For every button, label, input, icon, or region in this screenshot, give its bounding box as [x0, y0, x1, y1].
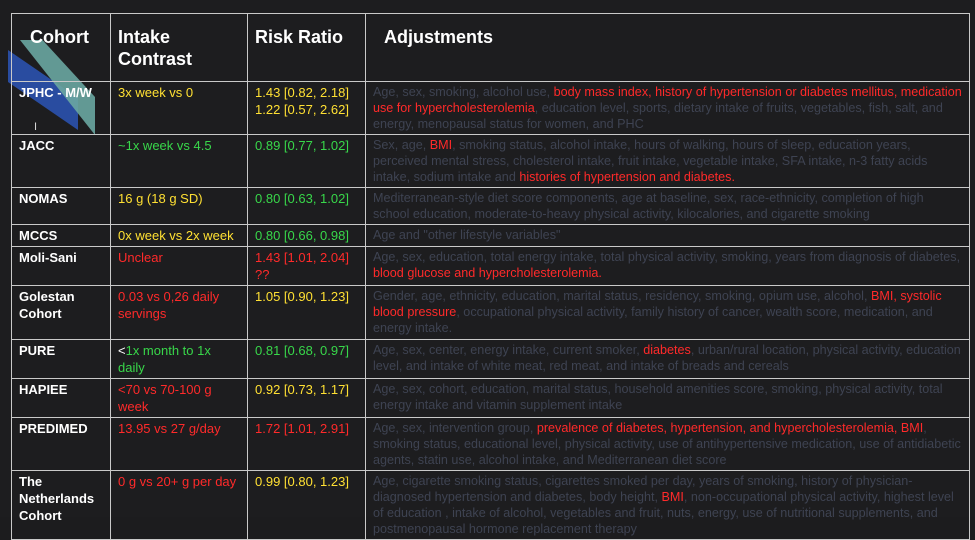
header-row: Cohort Intake Contrast Risk Ratio Adjust… — [11, 13, 970, 82]
intake-contrast-cell: Unclear — [110, 246, 248, 286]
cohort-cell: JACC — [11, 134, 111, 188]
adjustments-cell: Age, sex, center, energy intake, current… — [365, 339, 970, 379]
header-intake-contrast: Intake Contrast — [110, 13, 248, 82]
adjustment-text: Age, sex, intervention group, — [373, 421, 537, 435]
risk-ratio-cell: 1.43 [1.01, 2.04]?? — [247, 246, 366, 286]
intake-text: 1x month to 1x daily — [118, 343, 211, 375]
risk-ratio-cell: 0.89 [0.77, 1.02] — [247, 134, 366, 188]
adjustments-cell: Age and "other lifestyle variables" — [365, 224, 970, 247]
adjustment-text: Gender, age, ethnicity, education, marit… — [373, 289, 871, 303]
risk-ratio-value: 1.05 [0.90, 1.23] — [255, 289, 349, 304]
risk-ratio-value: 0.80 [0.63, 1.02] — [255, 191, 349, 206]
adjustment-text: Age, sex, cohort, education, marital sta… — [373, 382, 943, 412]
cohort-cell: Golestan Cohort — [11, 285, 111, 340]
cohort-cell: MCCS — [11, 224, 111, 247]
adjustment-text: Age, sex, center, energy intake, current… — [373, 343, 644, 357]
adjustments-cell: Age, sex, smoking, alcohol use, body mas… — [365, 81, 970, 135]
risk-ratio-cell: 0.81 [0.68, 0.97] — [247, 339, 366, 379]
table-row: JACC ~1x week vs 4.5 0.89 [0.77, 1.02] Sex,… — [11, 134, 970, 188]
table-row: HAPIEE <70 vs 70-100 g week 0.92 [0.73, 1.… — [11, 378, 970, 418]
highlighted-adjustment: diabetes — [643, 343, 691, 357]
cohort-cell: PREDIMED — [11, 417, 111, 471]
slide: Cohort Intake Contrast Risk Ratio Adjust… — [0, 0, 975, 540]
cohort-cell: PURE — [11, 339, 111, 379]
header-cohort: Cohort — [11, 13, 111, 82]
risk-ratio-cell: 0.80 [0.66, 0.98] — [247, 224, 366, 247]
risk-ratio-cell: 0.99 [0.80, 1.23] — [247, 470, 366, 540]
highlighted-adjustment: prevalence of diabetes, hypertension, an… — [536, 421, 924, 435]
intake-contrast-cell: 0x week vs 2x week — [110, 224, 248, 247]
highlighted-adjustment: BMI — [429, 138, 453, 152]
highlighted-adjustment: histories of hypertension and diabetes. — [519, 170, 735, 184]
risk-ratio-value: 0.81 [0.68, 0.97] — [255, 343, 349, 358]
adjustments-cell: Age, sex, cohort, education, marital sta… — [365, 378, 970, 418]
risk-ratio-value: 0.89 [0.77, 1.02] — [255, 138, 349, 153]
table-row: PREDIMED 13.95 vs 27 g/day 1.72 [1.01, 2.9… — [11, 417, 970, 471]
cohort-cell: Moli-Sani — [11, 246, 111, 286]
adjustment-text: Age, sex, education, total energy intake… — [373, 250, 961, 264]
cohort-table: Cohort Intake Contrast Risk Ratio Adjust… — [11, 13, 970, 540]
intake-contrast-cell: ~1x week vs 4.5 — [110, 134, 248, 188]
adjustment-text: Age, sex, smoking, alcohol use, — [373, 85, 554, 99]
adjustments-cell: Mediterranean-style diet score component… — [365, 187, 970, 225]
intake-contrast-cell: 13.95 vs 27 g/day — [110, 417, 248, 471]
adjustment-text: Age and "other lifestyle variables" — [373, 228, 561, 242]
intake-contrast-cell: <70 vs 70-100 g week — [110, 378, 248, 418]
cohort-cell: JPHC - M/W — [11, 81, 111, 135]
risk-ratio-cell: 0.92 [0.73, 1.17] — [247, 378, 366, 418]
table-row: Moli-Sani Unclear 1.43 [1.01, 2.04]?? Age, … — [11, 246, 970, 286]
intake-contrast-cell: 16 g (18 g SD) — [110, 187, 248, 225]
adjustments-cell: Age, cigarette smoking status, cigarette… — [365, 470, 970, 540]
adjustment-text: Sex, age, — [373, 138, 430, 152]
highlighted-adjustment: blood glucose and hypercholesterolemia. — [373, 266, 602, 280]
risk-ratio-cell: 1.43 [0.82, 2.18] 1.22 [0.57, 2.62] — [247, 81, 366, 135]
table-row: Golestan Cohort 0.03 vs 0,26 daily servin… — [11, 285, 970, 340]
risk-ratio-cell: 1.05 [0.90, 1.23] — [247, 285, 366, 340]
adjustment-text: , occupational physical activity, family… — [373, 305, 933, 335]
risk-ratio-value: ?? — [255, 267, 270, 282]
table-row: MCCS 0x week vs 2x week 0.80 [0.66, 0.98] A… — [11, 224, 970, 247]
intake-contrast-cell: 0.03 vs 0,26 daily servings — [110, 285, 248, 340]
adjustments-cell: Sex, age, BMI, smoking status, alcohol i… — [365, 134, 970, 188]
header-risk-ratio: Risk Ratio — [247, 13, 366, 82]
table-row: PURE <1x month to 1x daily 0.81 [0.68, 0.9… — [11, 339, 970, 379]
adjustments-cell: Age, sex, intervention group, prevalence… — [365, 417, 970, 471]
risk-ratio-cell: 1.72 [1.01, 2.91] — [247, 417, 366, 471]
risk-ratio-value: 1.22 [0.57, 2.62] — [255, 102, 349, 117]
intake-contrast-cell: 0 g vs 20+ g per day — [110, 470, 248, 540]
adjustment-text: Mediterranean-style diet score component… — [373, 191, 924, 221]
cohort-cell: The Netherlands Cohort — [11, 470, 111, 540]
risk-ratio-value: 0.92 [0.73, 1.17] — [255, 382, 349, 397]
cohort-cell: HAPIEE — [11, 378, 111, 418]
table-row: NOMAS 16 g (18 g SD) 0.80 [0.63, 1.02] Medi… — [11, 187, 970, 225]
adjustments-cell: Age, sex, education, total energy intake… — [365, 246, 970, 286]
table-row: The Netherlands Cohort 0 g vs 20+ g per d… — [11, 470, 970, 540]
intake-contrast-cell: 3x week vs 0 — [110, 81, 248, 135]
risk-ratio-value: 0.99 [0.80, 1.23] — [255, 474, 349, 489]
risk-ratio-value: 1.72 [1.01, 2.91] — [255, 421, 349, 436]
table-row: JPHC - M/W 3x week vs 0 1.43 [0.82, 2.18] 1… — [11, 81, 970, 135]
intake-text: < — [118, 343, 126, 358]
risk-ratio-value: 0.80 [0.66, 0.98] — [255, 228, 349, 243]
header-adjustments: Adjustments — [365, 13, 970, 82]
risk-ratio-value: 1.43 [0.82, 2.18] — [255, 85, 349, 100]
cohort-cell: NOMAS — [11, 187, 111, 225]
text-cursor-icon: I — [34, 121, 38, 133]
adjustments-cell: Gender, age, ethnicity, education, marit… — [365, 285, 970, 340]
highlighted-adjustment: BMI — [661, 490, 684, 504]
risk-ratio-cell: 0.80 [0.63, 1.02] — [247, 187, 366, 225]
intake-contrast-cell: <1x month to 1x daily — [110, 339, 248, 379]
risk-ratio-value: 1.43 [1.01, 2.04] — [255, 250, 349, 265]
